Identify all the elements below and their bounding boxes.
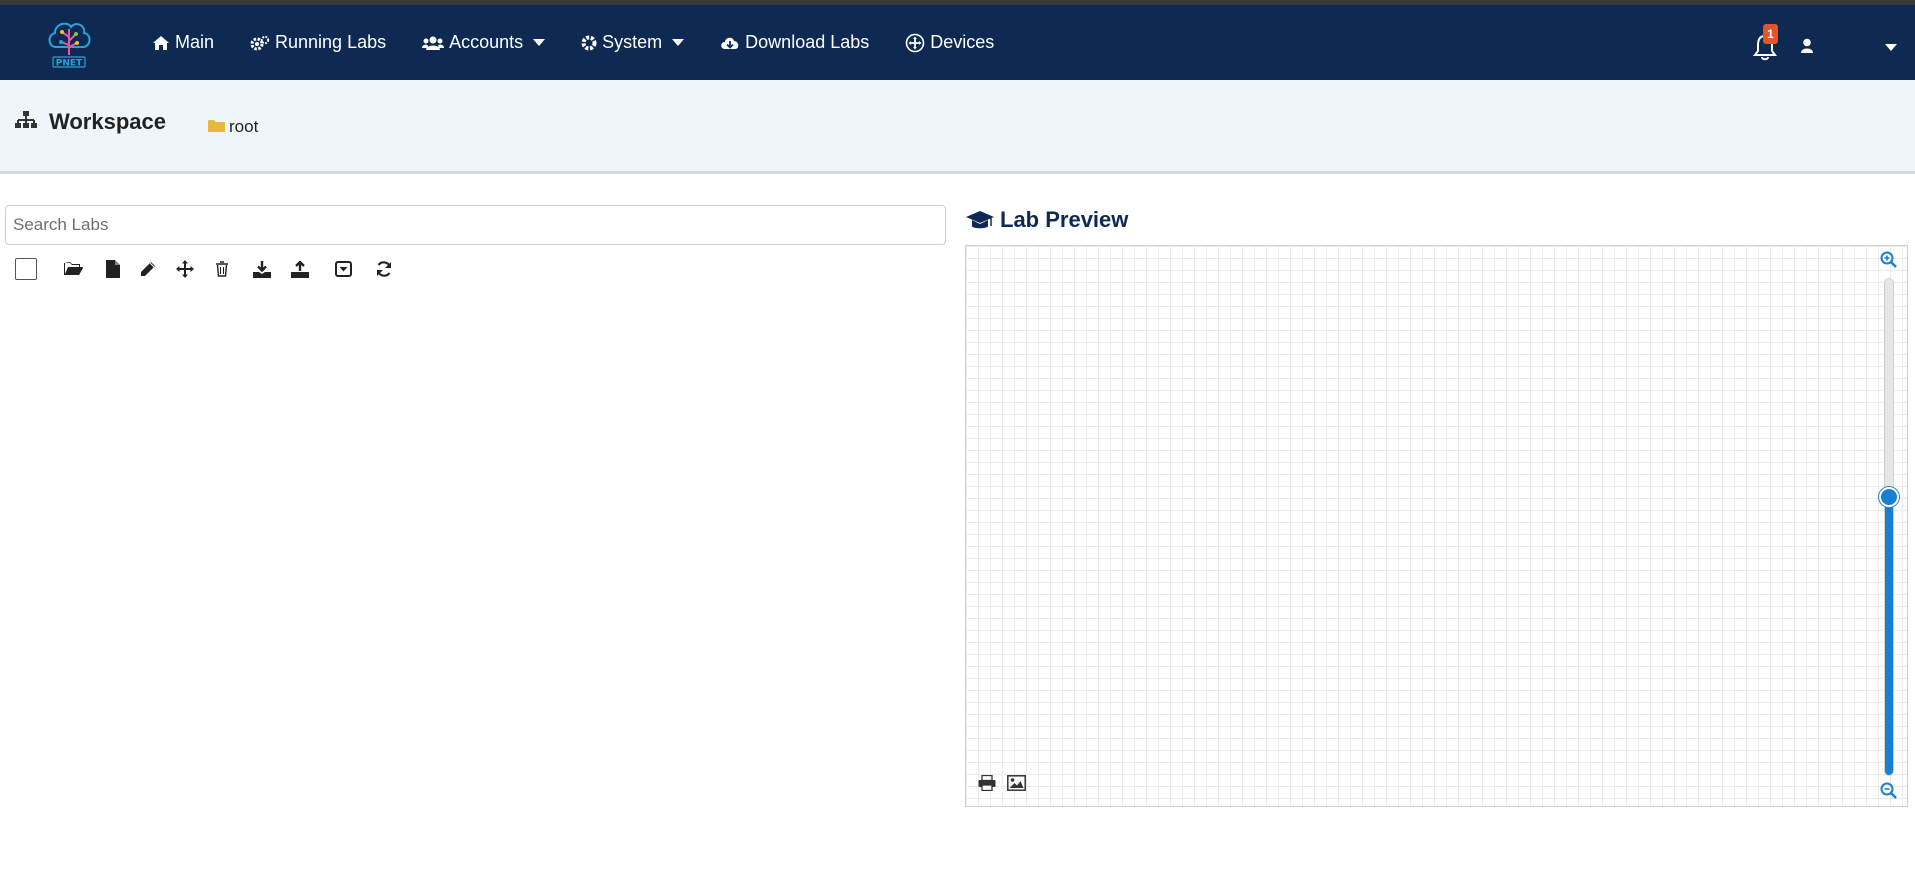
search-input[interactable] [5,205,946,245]
lab-preview-canvas[interactable] [965,245,1908,807]
nav-menu: Main Running Labs Accounts System Downlo… [152,5,1030,80]
zoom-out-icon[interactable] [1880,782,1897,799]
gears-icon [250,35,270,50]
nav-item-devices[interactable]: Devices [905,32,994,53]
nav-item-running-labs-label: Running Labs [275,32,387,52]
delete-icon[interactable] [210,257,234,281]
logo-text: PNET [56,59,83,69]
gear-icon [581,35,597,50]
print-icon[interactable] [978,775,996,791]
select-all-checkbox[interactable] [15,258,37,280]
move-icon[interactable] [173,257,197,281]
new-file-icon[interactable] [101,257,125,281]
user-icon[interactable] [1800,38,1814,54]
nav-item-accounts-label: Accounts [449,32,524,52]
chevron-down-icon [672,39,685,46]
archive-icon[interactable] [331,257,355,281]
graduation-cap-icon [966,211,994,229]
notification-badge: 1 [1763,24,1778,44]
pnet-logo[interactable]: PNET [44,17,94,71]
nav-item-download-labs[interactable]: Download Labs [720,32,869,53]
zoom-slider-fill [1885,497,1893,775]
nav-item-devices-label: Devices [930,32,995,52]
nav-item-system[interactable]: System [581,32,685,53]
workspace-header [0,80,1915,174]
nav-item-accounts[interactable]: Accounts [422,32,546,53]
nav-item-main-label: Main [175,32,215,52]
edit-icon[interactable] [136,257,160,281]
open-folder-icon[interactable] [62,257,86,281]
plus-circle-icon [905,33,925,52]
user-menu-chevron-down-icon[interactable] [1885,44,1897,51]
nav-item-download-labs-label: Download Labs [745,32,870,52]
top-navbar: PNET Main Running Labs Accounts System D… [0,5,1915,80]
zoom-slider[interactable] [1884,278,1894,776]
nav-item-main[interactable]: Main [152,32,214,53]
cloud-download-icon [721,37,739,49]
zoom-in-icon[interactable] [1880,251,1897,268]
sitemap-icon [15,111,37,128]
breadcrumb-root-folder[interactable]: root [229,117,258,137]
lab-preview-title: Lab Preview [1000,207,1129,232]
folder-icon [208,120,225,132]
import-icon[interactable] [250,257,274,281]
users-icon [422,36,445,50]
zoom-slider-handle[interactable] [1879,487,1899,508]
image-icon[interactable] [1007,775,1026,791]
home-icon [153,35,169,50]
nav-item-running-labs[interactable]: Running Labs [250,32,386,53]
nav-item-system-label: System [602,32,663,52]
page-title: Workspace [49,109,166,134]
chevron-down-icon [533,39,546,46]
refresh-icon[interactable] [372,257,396,281]
export-icon[interactable] [288,257,312,281]
